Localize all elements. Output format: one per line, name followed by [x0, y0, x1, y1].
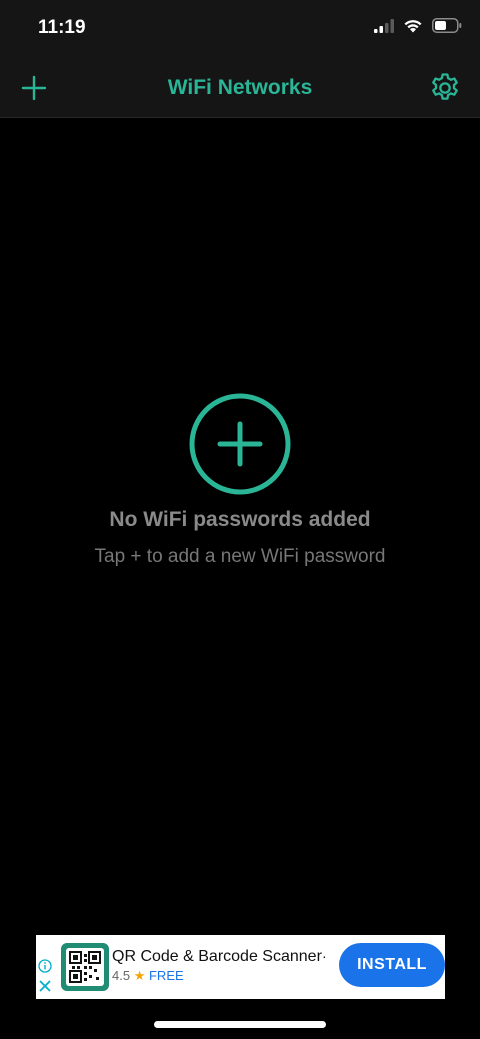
nav-bar: WiFi Networks: [0, 58, 480, 118]
info-icon[interactable]: [38, 959, 52, 973]
empty-state: No WiFi passwords added Tap + to add a n…: [0, 392, 480, 568]
battery-icon: [432, 18, 462, 33]
ad-rating: 4.5: [112, 968, 131, 983]
status-time: 11:19: [38, 17, 86, 38]
ad-app-icon[interactable]: [61, 943, 109, 991]
cellular-signal-icon: [374, 18, 394, 33]
wifi-icon: [404, 20, 422, 33]
empty-state-subtitle: Tap + to add a new WiFi password: [94, 546, 386, 567]
status-icons: [374, 18, 462, 33]
ad-meta: 4.5 ★ FREE: [112, 968, 184, 984]
close-icon[interactable]: [38, 979, 52, 993]
status-bar: 11:19: [0, 0, 480, 58]
gear-icon[interactable]: [428, 71, 462, 105]
ad-app-name[interactable]: QR Code & Barcode Scanner: [112, 948, 322, 966]
home-indicator[interactable]: [154, 1021, 326, 1028]
page-title: WiFi Networks: [167, 76, 313, 99]
install-button[interactable]: INSTALL: [339, 943, 445, 987]
star-icon: ★: [133, 968, 146, 983]
ad-price: FREE: [148, 968, 184, 983]
ad-separator-dot: ·: [322, 948, 327, 964]
ad-banner[interactable]: QR Code & Barcode Scanner · 4.5 ★ FREE I…: [36, 935, 445, 999]
empty-state-title: No WiFi passwords added: [109, 508, 371, 531]
add-network-icon[interactable]: [188, 392, 292, 496]
qr-code-icon: [69, 951, 101, 983]
